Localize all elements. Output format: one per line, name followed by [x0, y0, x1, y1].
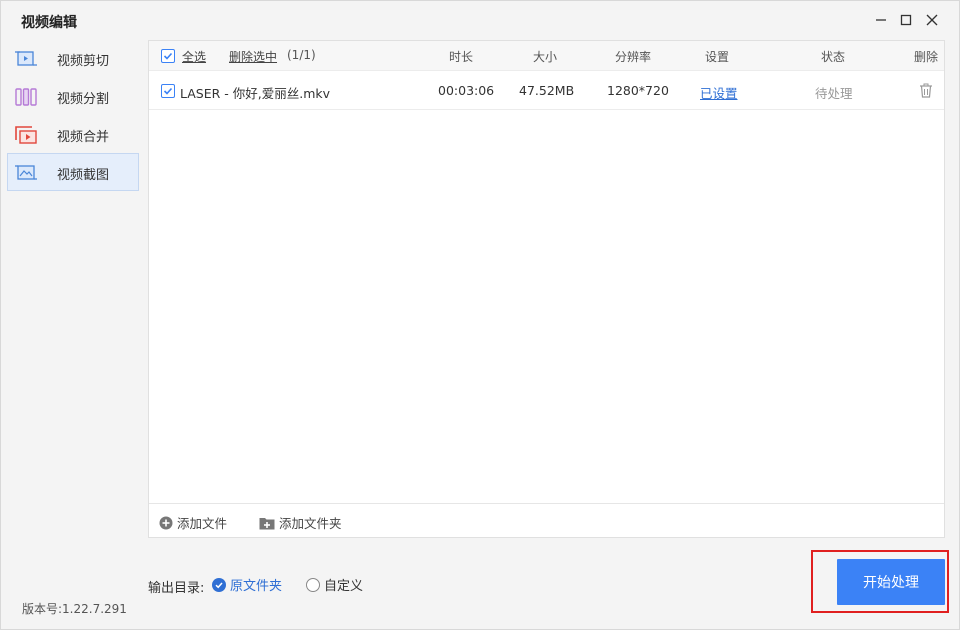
delete-selected-link[interactable]: 删除选中: [229, 48, 277, 65]
sidebar: 视频剪切 视频分割 视频合并 视频截图: [7, 39, 139, 191]
file-size: 47.52MB: [519, 83, 575, 98]
version-label: 版本号:1.22.7.291: [22, 602, 127, 616]
file-name: LASER - 你好,爱丽丝.mkv: [180, 86, 331, 101]
file-list-panel: 全选 删除选中 (1/1) 时长 大小 分辨率 设置 状态 删除 LASER -…: [148, 40, 945, 538]
select-all-checkbox[interactable]: [161, 49, 175, 63]
trash-icon[interactable]: [919, 83, 933, 102]
file-resolution: 1280*720: [607, 83, 669, 98]
video-merge-icon: [14, 124, 38, 146]
column-header-size: 大小: [533, 50, 558, 64]
radio-original-folder[interactable]: 原文件夹: [212, 575, 282, 594]
column-header-status: 状态: [821, 50, 846, 64]
column-header-settings: 设置: [705, 50, 730, 64]
sidebar-item-label: 视频剪切: [57, 54, 110, 69]
radio-label: 原文件夹: [230, 579, 283, 594]
radio-checked-icon: [212, 577, 226, 592]
table-row: LASER - 你好,爱丽丝.mkv 00:03:06 47.52MB 1280…: [149, 72, 944, 110]
selection-count: (1/1): [287, 48, 316, 62]
minimize-icon[interactable]: [871, 10, 891, 30]
window-title: 视频编辑: [21, 15, 77, 31]
radio-unchecked-icon: [306, 577, 320, 592]
sidebar-item-video-split[interactable]: 视频分割: [7, 77, 139, 115]
add-file-label: 添加文件: [177, 516, 228, 531]
add-folder-label: 添加文件夹: [279, 516, 342, 531]
column-header-resolution: 分辨率: [615, 50, 652, 64]
settings-link[interactable]: 已设置: [700, 83, 738, 102]
add-folder-button[interactable]: 添加文件夹: [259, 513, 342, 532]
add-circle-icon: [159, 516, 173, 529]
table-header: 全选 删除选中 (1/1) 时长 大小 分辨率 设置 状态 删除: [149, 41, 944, 71]
sidebar-item-label: 视频分割: [57, 92, 110, 107]
title-bar: 视频编辑: [1, 1, 959, 39]
sidebar-item-video-screenshot[interactable]: 视频截图: [7, 153, 139, 191]
add-file-button[interactable]: 添加文件: [159, 513, 227, 532]
status-text: 待处理: [815, 86, 853, 101]
close-icon[interactable]: [922, 10, 942, 30]
app-window: 视频编辑 视频剪切 视频分割 视频合并 视频截图 版本号:1.22.7.291 …: [0, 0, 960, 630]
panel-footer: 添加文件 添加文件夹: [149, 503, 944, 537]
radio-custom[interactable]: 自定义: [306, 575, 363, 594]
video-screenshot-icon: [14, 162, 38, 184]
select-all-link[interactable]: 全选: [182, 48, 206, 65]
video-split-icon: [14, 86, 38, 108]
column-header-delete: 删除: [914, 50, 939, 64]
video-cut-icon: [14, 48, 38, 70]
file-duration: 00:03:06: [438, 83, 495, 98]
row-checkbox[interactable]: [161, 84, 175, 98]
sidebar-item-label: 视频截图: [57, 168, 110, 183]
add-folder-icon: [259, 517, 275, 529]
radio-label: 自定义: [324, 579, 364, 594]
output-directory-label: 输出目录:: [148, 581, 205, 596]
sidebar-item-label: 视频合并: [57, 130, 110, 145]
column-header-duration: 时长: [449, 50, 474, 64]
sidebar-item-video-cut[interactable]: 视频剪切: [7, 39, 139, 77]
maximize-icon[interactable]: [896, 10, 916, 30]
sidebar-item-video-merge[interactable]: 视频合并: [7, 115, 139, 153]
start-processing-button[interactable]: 开始处理: [837, 559, 945, 605]
